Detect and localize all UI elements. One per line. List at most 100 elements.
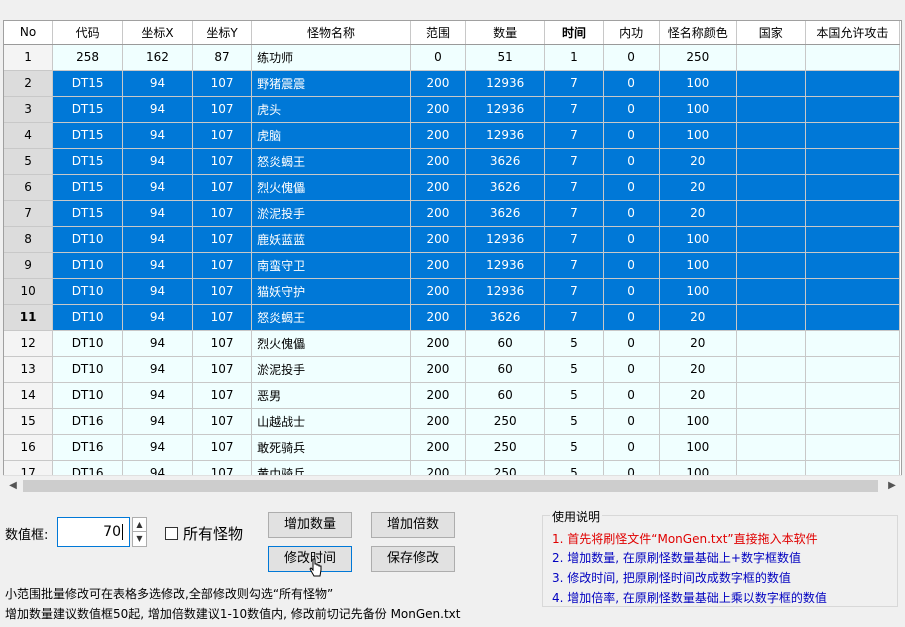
table-cell[interactable]: DT10 xyxy=(52,356,124,383)
column-header[interactable]: 坐标X xyxy=(122,21,193,45)
table-cell[interactable]: 107 xyxy=(192,70,253,97)
table-cell[interactable] xyxy=(736,278,806,305)
table-cell[interactable]: 鹿妖蓝蓝 xyxy=(251,226,411,253)
table-row[interactable]: 14 DT10 94 107 恶男 200 60 5 0 20 xyxy=(4,382,901,409)
table-row[interactable]: 3 DT15 94 107 虎头 200 12936 7 0 100 xyxy=(4,96,901,123)
table-cell[interactable]: 烈火傀儡 xyxy=(251,174,411,201)
table-cell[interactable]: 0 xyxy=(603,148,660,175)
table-cell[interactable] xyxy=(805,278,901,305)
table-cell[interactable]: 0 xyxy=(603,330,660,357)
table-cell[interactable]: 200 xyxy=(410,226,466,253)
table-cell[interactable] xyxy=(805,356,901,383)
table-cell[interactable]: 0 xyxy=(603,304,660,331)
table-cell[interactable]: 107 xyxy=(192,382,253,409)
table-cell[interactable]: 1 xyxy=(544,44,604,71)
table-cell[interactable]: 5 xyxy=(544,330,604,357)
spin-up-icon[interactable]: ▲ xyxy=(133,518,146,532)
table-cell[interactable]: 野猪震震 xyxy=(251,70,411,97)
table-cell[interactable]: 107 xyxy=(192,96,253,123)
table-cell[interactable]: 0 xyxy=(603,434,660,461)
table-cell[interactable] xyxy=(736,382,806,409)
column-header[interactable]: 内功 xyxy=(603,21,660,45)
table-cell[interactable] xyxy=(805,434,901,461)
table-cell[interactable]: 94 xyxy=(122,174,193,201)
table-cell[interactable]: 12936 xyxy=(465,226,546,253)
table-cell[interactable]: 20 xyxy=(659,382,737,409)
table-cell[interactable]: 107 xyxy=(192,434,253,461)
column-header[interactable]: 代码 xyxy=(52,21,124,45)
table-row[interactable]: 6 DT15 94 107 烈火傀儡 200 3626 7 0 20 xyxy=(4,174,901,201)
table-cell[interactable] xyxy=(805,174,901,201)
table-cell[interactable]: 100 xyxy=(659,226,737,253)
table-cell[interactable]: 94 xyxy=(122,96,193,123)
scroll-right-icon[interactable]: ▶ xyxy=(884,478,900,494)
table-cell[interactable] xyxy=(736,356,806,383)
table-cell[interactable]: 200 xyxy=(410,408,466,435)
monster-grid[interactable]: No 代码 坐标X 坐标Y 怪物名称 范围 数量 时间 内功 怪名称颜色 国家 本国允许攻击 1 258… xyxy=(3,20,902,496)
table-cell[interactable]: 107 xyxy=(192,304,253,331)
row-number[interactable]: 16 xyxy=(4,434,54,461)
table-cell[interactable] xyxy=(736,44,806,71)
column-header[interactable]: 国家 xyxy=(736,21,806,45)
table-cell[interactable]: DT15 xyxy=(52,148,124,175)
table-cell[interactable] xyxy=(736,148,806,175)
table-cell[interactable]: 200 xyxy=(410,278,466,305)
table-cell[interactable]: 107 xyxy=(192,226,253,253)
table-cell[interactable]: 87 xyxy=(192,44,253,71)
table-cell[interactable]: 0 xyxy=(603,226,660,253)
table-cell[interactable]: 恶男 xyxy=(251,382,411,409)
table-cell[interactable] xyxy=(736,408,806,435)
table-cell[interactable]: 20 xyxy=(659,330,737,357)
table-cell[interactable]: DT15 xyxy=(52,96,124,123)
table-cell[interactable]: 12936 xyxy=(465,96,546,123)
table-cell[interactable]: 107 xyxy=(192,278,253,305)
row-number[interactable]: 9 xyxy=(4,252,54,279)
table-row[interactable]: 13 DT10 94 107 淤泥投手 200 60 5 0 20 xyxy=(4,356,901,383)
table-cell[interactable]: 94 xyxy=(122,408,193,435)
table-cell[interactable]: 94 xyxy=(122,148,193,175)
table-cell[interactable]: 200 xyxy=(410,434,466,461)
table-row[interactable]: 16 DT16 94 107 敢死骑兵 200 250 5 0 100 xyxy=(4,434,901,461)
table-cell[interactable]: 练功师 xyxy=(251,44,411,71)
table-row[interactable]: 1 258 162 87 练功师 0 51 1 0 250 xyxy=(4,44,901,71)
table-cell[interactable]: 60 xyxy=(465,382,546,409)
row-number[interactable]: 4 xyxy=(4,122,54,149)
column-header[interactable]: 范围 xyxy=(410,21,466,45)
table-cell[interactable] xyxy=(805,382,901,409)
table-cell[interactable]: 94 xyxy=(122,70,193,97)
table-cell[interactable]: 5 xyxy=(544,382,604,409)
table-cell[interactable]: 0 xyxy=(410,44,466,71)
table-cell[interactable]: 7 xyxy=(544,252,604,279)
table-cell[interactable]: 12936 xyxy=(465,70,546,97)
column-header[interactable]: 数量 xyxy=(465,21,546,45)
table-cell[interactable]: 100 xyxy=(659,252,737,279)
table-cell[interactable]: 7 xyxy=(544,174,604,201)
table-cell[interactable] xyxy=(805,252,901,279)
table-cell[interactable] xyxy=(736,96,806,123)
table-cell[interactable]: 7 xyxy=(544,304,604,331)
table-cell[interactable]: 0 xyxy=(603,44,660,71)
table-cell[interactable]: 100 xyxy=(659,96,737,123)
table-cell[interactable]: 12936 xyxy=(465,278,546,305)
table-cell[interactable]: 100 xyxy=(659,434,737,461)
table-cell[interactable]: 7 xyxy=(544,278,604,305)
table-cell[interactable]: 200 xyxy=(410,330,466,357)
table-cell[interactable]: 94 xyxy=(122,122,193,149)
table-cell[interactable]: 200 xyxy=(410,148,466,175)
row-number[interactable]: 3 xyxy=(4,96,54,123)
table-cell[interactable]: 100 xyxy=(659,278,737,305)
table-cell[interactable]: 7 xyxy=(544,96,604,123)
table-cell[interactable] xyxy=(805,148,901,175)
table-cell[interactable] xyxy=(805,226,901,253)
table-cell[interactable]: 0 xyxy=(603,356,660,383)
table-cell[interactable]: 200 xyxy=(410,382,466,409)
table-cell[interactable]: 5 xyxy=(544,434,604,461)
column-header[interactable]: 本国允许攻击 xyxy=(805,21,901,45)
table-cell[interactable]: 100 xyxy=(659,122,737,149)
table-cell[interactable]: 20 xyxy=(659,148,737,175)
table-cell[interactable]: 0 xyxy=(603,96,660,123)
row-number[interactable]: 1 xyxy=(4,44,54,71)
table-cell[interactable] xyxy=(805,122,901,149)
table-row[interactable]: 10 DT10 94 107 猫妖守护 200 12936 7 0 100 xyxy=(4,278,901,305)
table-row[interactable]: 5 DT15 94 107 怒炎蝎王 200 3626 7 0 20 xyxy=(4,148,901,175)
